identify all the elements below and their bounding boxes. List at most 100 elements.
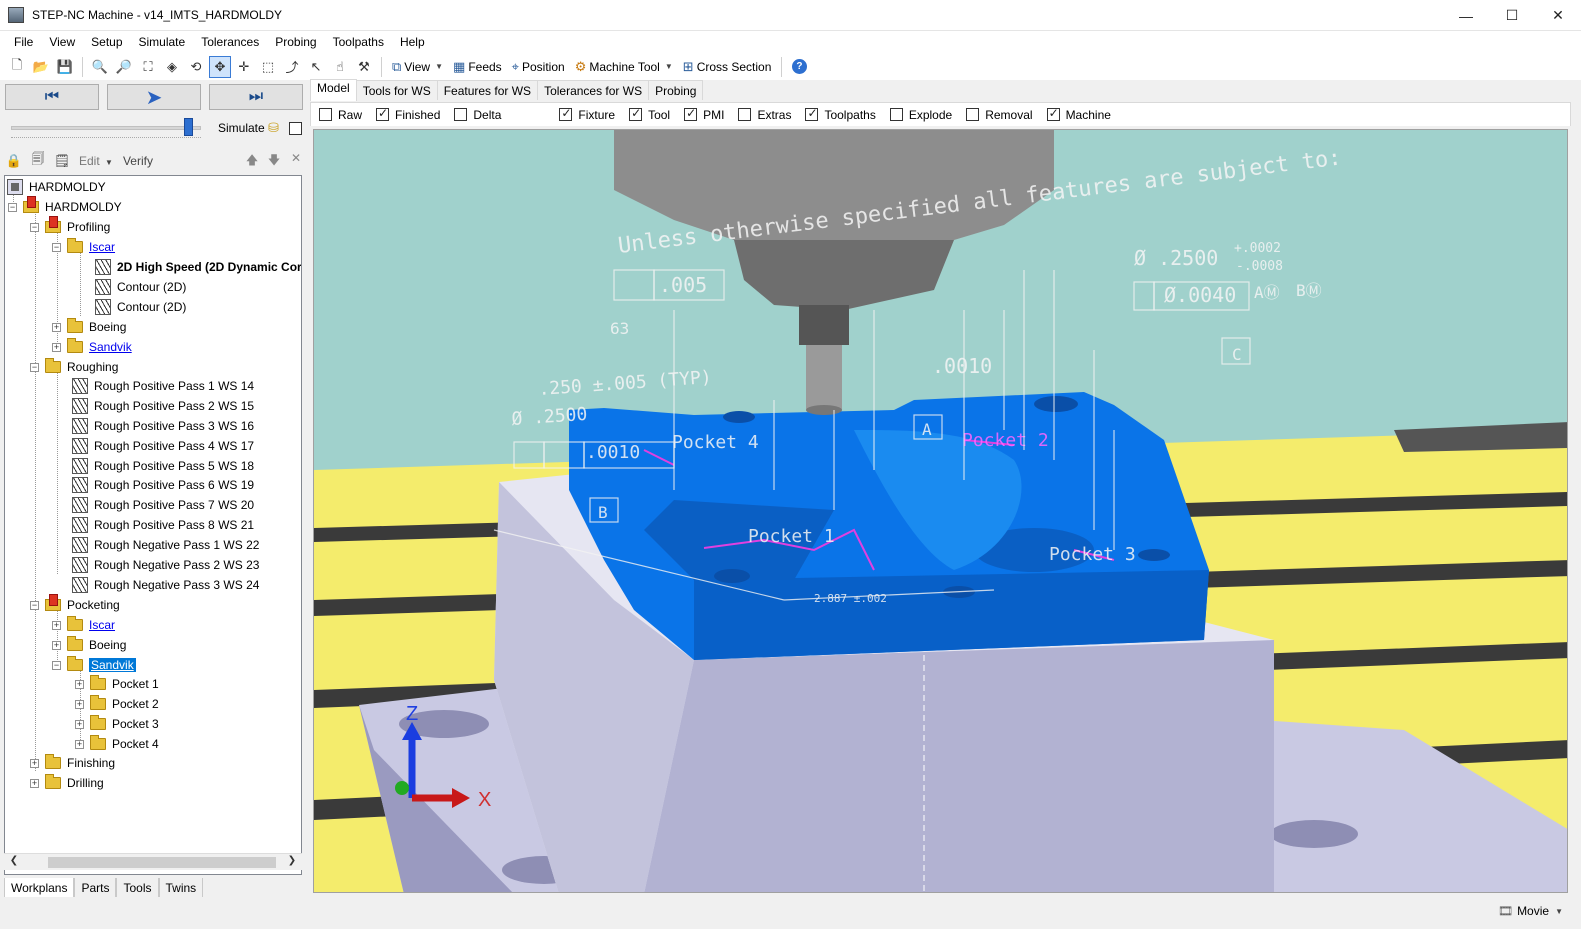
- collapse-icon[interactable]: −: [52, 660, 61, 670]
- movie-dropdown[interactable]: 🎞 Movie ▼: [1498, 904, 1563, 918]
- tree-item-boeing[interactable]: + Boeing: [52, 635, 126, 655]
- minimize-button[interactable]: —: [1443, 0, 1489, 31]
- expand-icon[interactable]: +: [52, 342, 61, 352]
- menu-file[interactable]: File: [6, 35, 41, 49]
- expand-icon[interactable]: +: [75, 739, 84, 749]
- menu-simulate[interactable]: Simulate: [131, 35, 194, 49]
- skip-forward-button[interactable]: ⏭: [209, 84, 303, 110]
- tree-item-workingstep[interactable]: Rough Positive Pass 7 WS 20: [72, 495, 254, 515]
- expand-icon[interactable]: +: [30, 758, 39, 768]
- tree-item-workingstep[interactable]: 2D High Speed (2D Dynamic Core r: [95, 257, 301, 277]
- delete-icon[interactable]: ✕: [288, 151, 304, 172]
- expand-icon[interactable]: +: [75, 679, 84, 689]
- zoom-in-icon[interactable]: 🔍: [89, 56, 111, 78]
- tree-item-workingstep[interactable]: Rough Positive Pass 1 WS 14: [72, 376, 254, 396]
- open-folder-icon[interactable]: 📂: [30, 56, 52, 78]
- tree-item-project[interactable]: − HARDMOLDY: [8, 196, 122, 217]
- machine-tool-dropdown[interactable]: ⚙ Machine Tool ▼: [571, 56, 677, 78]
- scroll-right-icon[interactable]: ❯: [284, 855, 300, 870]
- machine-checkbox[interactable]: Machine: [1046, 106, 1111, 122]
- tree-item-workingstep[interactable]: Contour (2D): [95, 297, 186, 317]
- tree-item-iscar[interactable]: − Iscar: [52, 237, 115, 257]
- new-file-icon[interactable]: 🗋: [6, 56, 28, 78]
- measure-icon[interactable]: ⚒: [353, 56, 375, 78]
- move-up-icon[interactable]: 🡅: [244, 151, 260, 172]
- rotate-axis-icon[interactable]: ⟲: [185, 56, 207, 78]
- tree-item-workingstep[interactable]: Rough Positive Pass 2 WS 15: [72, 396, 254, 416]
- help-icon[interactable]: ?: [788, 56, 810, 78]
- tab-features-for-ws[interactable]: Features for WS: [436, 80, 539, 100]
- toolpaths-checkbox[interactable]: Toolpaths: [805, 106, 876, 122]
- tree-item-boeing[interactable]: + Boeing: [52, 317, 126, 337]
- tree-item-pocket[interactable]: + Pocket 2: [75, 694, 159, 714]
- close-button[interactable]: ✕: [1535, 0, 1581, 31]
- tree-item-finishing[interactable]: + Finishing: [30, 753, 115, 773]
- tree-item-workingstep[interactable]: Rough Positive Pass 5 WS 18: [72, 456, 254, 476]
- zoom-fit-icon[interactable]: ⛶: [137, 56, 159, 78]
- tree-horizontal-scrollbar[interactable]: ❮ ❯: [4, 853, 302, 870]
- finished-checkbox[interactable]: Finished: [376, 106, 440, 122]
- tree-item-pocket[interactable]: + Pocket 4: [75, 734, 159, 754]
- maximize-button[interactable]: ☐: [1489, 0, 1535, 31]
- extras-checkbox[interactable]: Extras: [738, 108, 791, 122]
- pick-icon[interactable]: ☝: [329, 56, 351, 78]
- save-icon[interactable]: 💾: [54, 56, 76, 78]
- simulate-icon[interactable]: ⛁: [268, 120, 279, 136]
- menu-tolerances[interactable]: Tolerances: [193, 35, 267, 49]
- menu-help[interactable]: Help: [392, 35, 433, 49]
- collapse-icon[interactable]: −: [52, 242, 61, 252]
- menu-view[interactable]: View: [41, 35, 83, 49]
- tab-workplans[interactable]: Workplans: [4, 878, 75, 898]
- expand-icon[interactable]: +: [52, 640, 61, 650]
- tree-item-workingstep[interactable]: Rough Positive Pass 8 WS 21: [72, 515, 254, 535]
- tree-item-roughing[interactable]: − Roughing: [30, 357, 118, 377]
- fixture-checkbox[interactable]: Fixture: [559, 106, 615, 122]
- lock-workplan-icon[interactable]: 🔒: [4, 151, 24, 171]
- tree-item-pocketing[interactable]: − Pocketing: [30, 594, 120, 615]
- 3d-viewport[interactable]: Unless otherwise specified all features …: [313, 129, 1568, 893]
- tree-item-sandvik[interactable]: − Sandvik: [52, 655, 136, 675]
- expand-icon[interactable]: +: [52, 322, 61, 332]
- skip-back-button[interactable]: ⏮: [5, 84, 99, 110]
- edit-menu[interactable]: Edit ▼: [76, 154, 116, 168]
- simulate-checkbox[interactable]: [289, 122, 302, 135]
- expand-icon[interactable]: +: [52, 620, 61, 630]
- tab-tools-for-ws[interactable]: Tools for WS: [355, 80, 438, 100]
- rotate-mode-icon[interactable]: ✥: [209, 55, 231, 78]
- collapse-icon[interactable]: −: [8, 202, 17, 212]
- tool-checkbox[interactable]: Tool: [629, 106, 670, 122]
- tree-item-workingstep[interactable]: Contour (2D): [95, 277, 186, 297]
- removal-checkbox[interactable]: Removal: [966, 108, 1033, 122]
- tab-tools[interactable]: Tools: [116, 878, 159, 898]
- menu-setup[interactable]: Setup: [83, 35, 130, 49]
- expand-icon[interactable]: +: [30, 778, 39, 788]
- tree-item-pocket[interactable]: + Pocket 3: [75, 714, 159, 734]
- tree-item-sandvik[interactable]: + Sandvik: [52, 337, 132, 357]
- zoom-out-icon[interactable]: 🔎: [113, 56, 135, 78]
- tab-twins[interactable]: Twins: [158, 878, 204, 898]
- simulation-speed-slider[interactable]: Simulate ⛁: [8, 118, 304, 140]
- pmi-checkbox[interactable]: PMI: [684, 106, 724, 122]
- cross-section-button[interactable]: ⊞ Cross Section: [679, 56, 776, 78]
- collapse-icon[interactable]: −: [30, 600, 39, 610]
- tree-item-drilling[interactable]: + Drilling: [30, 773, 104, 793]
- collapse-icon[interactable]: −: [30, 222, 39, 232]
- tree-item-workingstep[interactable]: Rough Negative Pass 3 WS 24: [72, 575, 259, 595]
- tree-item-workingstep[interactable]: Rough Negative Pass 1 WS 22: [72, 535, 259, 555]
- select-face-icon[interactable]: ↖: [305, 56, 327, 78]
- pan-icon[interactable]: ✛: [233, 56, 255, 78]
- edit-icon[interactable]: 🗒: [52, 151, 72, 171]
- tab-parts[interactable]: Parts: [74, 878, 117, 898]
- tree-item-workingstep[interactable]: Rough Negative Pass 2 WS 23: [72, 555, 259, 575]
- scene-canvas[interactable]: Unless otherwise specified all features …: [314, 130, 1568, 893]
- slider-thumb[interactable]: [184, 118, 193, 136]
- position-button[interactable]: ⌖ Position: [508, 56, 569, 78]
- tab-tolerances-for-ws[interactable]: Tolerances for WS: [537, 80, 650, 100]
- lock-document-icon[interactable]: 🗐: [28, 151, 48, 171]
- menu-probing[interactable]: Probing: [267, 35, 324, 49]
- verify-button[interactable]: Verify: [120, 154, 156, 168]
- tree-root[interactable]: HARDMOLDY: [7, 177, 106, 197]
- raw-checkbox[interactable]: Raw: [319, 108, 362, 122]
- tree-item-workingstep[interactable]: Rough Positive Pass 6 WS 19: [72, 475, 254, 495]
- scroll-left-icon[interactable]: ❮: [6, 855, 22, 870]
